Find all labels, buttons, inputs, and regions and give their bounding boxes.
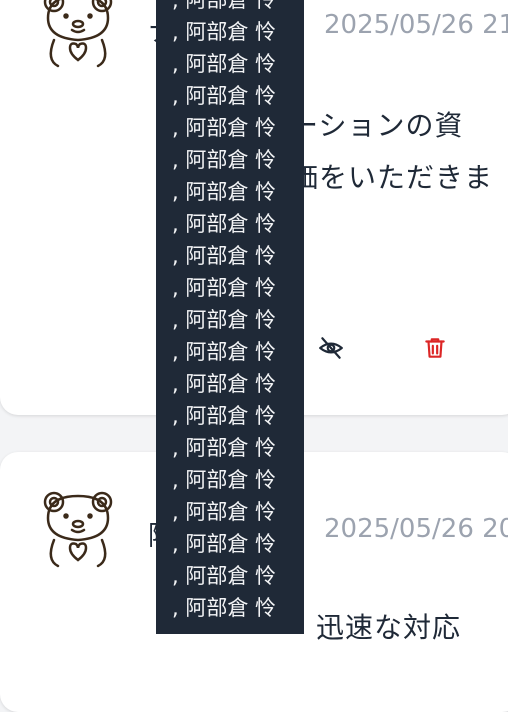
reactors-tooltip: , 阿部倉 怜 , 阿部倉 怜 , 阿部倉 怜 , 阿部倉 怜 , 阿部倉 怜 , 阿部倉…	[156, 0, 304, 634]
tooltip-name-entry: , 阿部倉 怜	[172, 372, 277, 396]
tooltip-name-entry: , 阿部倉 怜	[172, 500, 277, 524]
tooltip-name-entry: , 阿部倉 怜	[172, 404, 277, 428]
comment-timestamp: 2025/05/26 20	[324, 514, 508, 544]
tooltip-name-entry: , 阿部倉 怜	[172, 116, 277, 140]
comment-timestamp: 2025/05/26 21	[324, 10, 508, 40]
tooltip-name-entry: , 阿部倉 怜	[172, 148, 277, 172]
tooltip-name-entry: , 阿部倉 怜	[172, 564, 277, 588]
trash-icon[interactable]	[422, 335, 448, 361]
tooltip-name-entry: , 阿部倉 怜	[172, 20, 277, 44]
tooltip-name-entry: , 阿部倉 怜	[172, 532, 277, 556]
tooltip-name-entry: , 阿部倉 怜	[172, 468, 277, 492]
comment-body-line: 迅速な対応	[316, 611, 462, 644]
tooltip-name-entry: , 阿部倉 怜	[172, 276, 277, 300]
tooltip-name-entry: , 阿部倉 怜	[172, 596, 277, 620]
tooltip-name-entry: , 阿部倉 怜	[172, 84, 277, 108]
tooltip-name-entry: , 阿部倉 怜	[172, 244, 277, 268]
tooltip-name-entry: , 阿部倉 怜	[172, 0, 277, 12]
tooltip-name-entry: , 阿部倉 怜	[172, 212, 277, 236]
tooltip-name-entry: , 阿部倉 怜	[172, 52, 277, 76]
tooltip-name-entry: , 阿部倉 怜	[172, 308, 277, 332]
comment-body-line: 価をいただきま	[290, 161, 494, 194]
comment-body-line: ーションの資	[290, 109, 464, 142]
tooltip-name-entry: , 阿部倉 怜	[172, 436, 277, 460]
tooltip-name-entry: , 阿部倉 怜	[172, 340, 277, 364]
bear-avatar-icon	[43, 491, 113, 568]
tooltip-name-entry: , 阿部倉 怜	[172, 180, 277, 204]
bear-avatar-icon	[43, 0, 113, 68]
eye-off-icon[interactable]	[318, 335, 344, 361]
